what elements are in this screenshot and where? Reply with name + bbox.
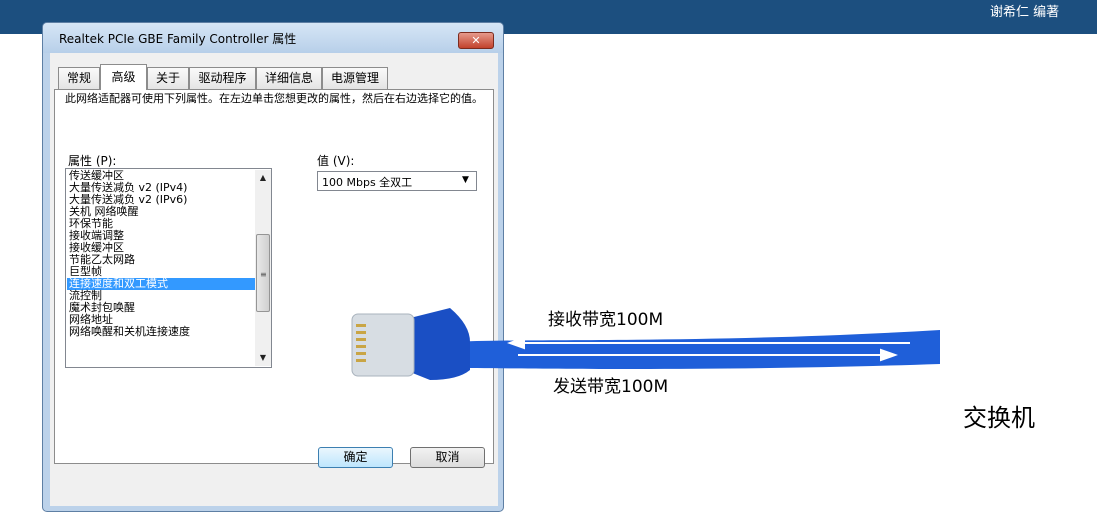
switch-label: 交换机 bbox=[963, 404, 1035, 432]
tab-general[interactable]: 常规 bbox=[58, 67, 100, 89]
tab-driver[interactable]: 驱动程序 bbox=[189, 67, 256, 89]
cable-body bbox=[450, 330, 940, 369]
tab-power-management[interactable]: 电源管理 bbox=[322, 67, 388, 89]
value-dropdown-selected: 100 Mbps 全双工 bbox=[322, 176, 413, 189]
ok-button[interactable]: 确定 bbox=[318, 447, 393, 468]
scroll-grip-icon: ≡ bbox=[260, 270, 267, 279]
dialog-title: Realtek PCIe GBE Family Controller 属性 bbox=[59, 32, 297, 46]
value-dropdown[interactable]: 100 Mbps 全双工 ▼ bbox=[317, 171, 477, 191]
scroll-up-arrow-icon[interactable]: ▲ bbox=[255, 170, 271, 186]
connector-boot bbox=[410, 308, 470, 380]
scroll-down-arrow-icon[interactable]: ▼ bbox=[255, 350, 271, 366]
property-list[interactable]: 传送缓冲区 大量传送减负 v2 (IPv4) 大量传送减负 v2 (IPv6) 关机 … bbox=[65, 168, 272, 368]
property-label: 属性 (P): bbox=[68, 154, 117, 168]
value-label: 值 (V): bbox=[317, 154, 355, 168]
close-button[interactable]: ✕ bbox=[458, 32, 494, 49]
receive-bandwidth-label: 接收带宽100M bbox=[548, 310, 664, 330]
tab-details[interactable]: 详细信息 bbox=[256, 67, 322, 89]
chevron-down-icon[interactable]: ▼ bbox=[462, 175, 469, 185]
cancel-button[interactable]: 取消 bbox=[410, 447, 485, 468]
dialog-title-bar[interactable]: Realtek PCIe GBE Family Controller 属性 ✕ bbox=[43, 23, 503, 53]
property-list-items: 传送缓冲区 大量传送减负 v2 (IPv4) 大量传送减负 v2 (IPv6) 关机 … bbox=[67, 170, 255, 338]
description-text: 此网络适配器可使用下列属性。在左边单击您想更改的属性，然后在右边选择它的值。 bbox=[65, 92, 483, 105]
tab-advanced[interactable]: 高级 bbox=[100, 64, 147, 90]
property-list-scrollbar[interactable]: ▲ ≡ ▼ bbox=[255, 170, 271, 366]
scroll-thumb[interactable]: ≡ bbox=[256, 234, 270, 312]
properties-dialog: Realtek PCIe GBE Family Controller 属性 ✕ … bbox=[42, 22, 504, 512]
send-bandwidth-label: 发送带宽100M bbox=[553, 377, 669, 397]
property-list-item[interactable]: 网络唤醒和关机连接速度 bbox=[67, 326, 255, 338]
close-icon: ✕ bbox=[471, 34, 481, 47]
tab-about[interactable]: 关于 bbox=[147, 67, 189, 89]
author-label: 谢希仁 编著 bbox=[990, 5, 1060, 20]
